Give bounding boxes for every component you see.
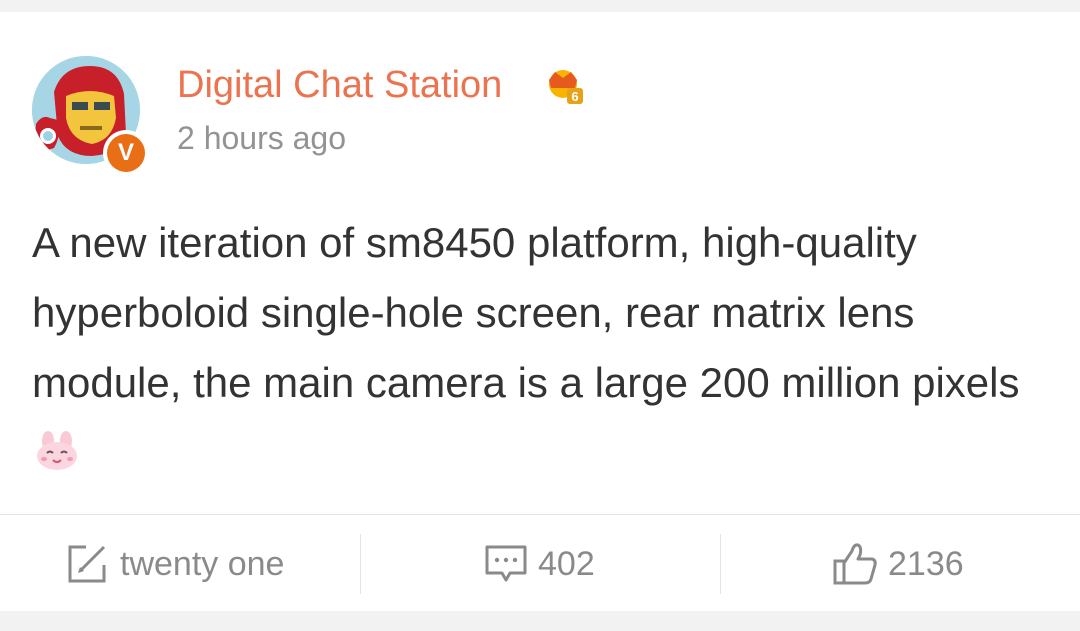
author-name[interactable]: Digital Chat Station	[177, 63, 502, 107]
comment-count: 402	[538, 544, 595, 583]
share-button[interactable]: twenty one	[64, 534, 284, 594]
svg-text:6: 6	[571, 89, 578, 104]
share-count: twenty one	[120, 544, 285, 583]
verified-badge-label: V	[107, 134, 145, 172]
like-button[interactable]: 2136	[832, 534, 964, 594]
action-separator	[720, 534, 721, 594]
crown-badge-icon: 6	[549, 70, 583, 104]
post-timestamp: 2 hours ago	[177, 120, 347, 156]
action-separator	[360, 534, 361, 594]
comment-icon	[485, 545, 527, 582]
share-edit-icon	[68, 545, 106, 583]
post-body: A new iteration of sm8450 platform, high…	[32, 208, 1042, 488]
thumbs-up-icon	[833, 543, 877, 585]
post-card: V Digital Chat Station 6 2 hours ago A n…	[0, 12, 1080, 611]
verified-badge: V	[103, 130, 149, 176]
like-count: 2136	[888, 544, 964, 583]
comment-button[interactable]: 402	[484, 534, 595, 594]
actions-divider	[0, 514, 1080, 515]
post-body-text: A new iteration of sm8450 platform, high…	[32, 219, 1020, 406]
bunny-smile-emoji-icon	[37, 431, 77, 470]
